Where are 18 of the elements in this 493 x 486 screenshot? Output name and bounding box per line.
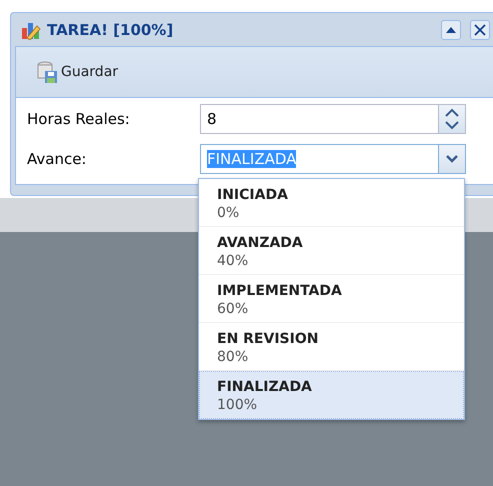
close-button[interactable] (470, 20, 490, 40)
dropdown-option[interactable]: AVANZADA 40% (199, 227, 464, 275)
close-icon (474, 24, 486, 36)
dropdown-option[interactable]: EN REVISION 80% (199, 323, 464, 371)
dropdown-option[interactable]: INICIADA 0% (199, 179, 464, 227)
database-save-icon (36, 60, 60, 84)
save-button[interactable]: Guardar (36, 60, 118, 84)
field-label: Horas Reales: (27, 110, 131, 128)
chevron-down-icon (446, 155, 458, 163)
window-title: TAREA! [100%] (47, 20, 174, 38)
field-label: Avance: (27, 150, 88, 168)
dropdown-trigger[interactable] (438, 144, 466, 174)
triangle-up-icon (446, 26, 456, 32)
dropdown-option[interactable]: IMPLEMENTADA 60% (199, 275, 464, 323)
dropdown-option[interactable]: FINALIZADA 100% (199, 371, 464, 419)
hours-field[interactable]: 8 (200, 104, 438, 134)
spinner-icon[interactable] (438, 104, 466, 134)
collapse-button[interactable] (441, 20, 461, 40)
